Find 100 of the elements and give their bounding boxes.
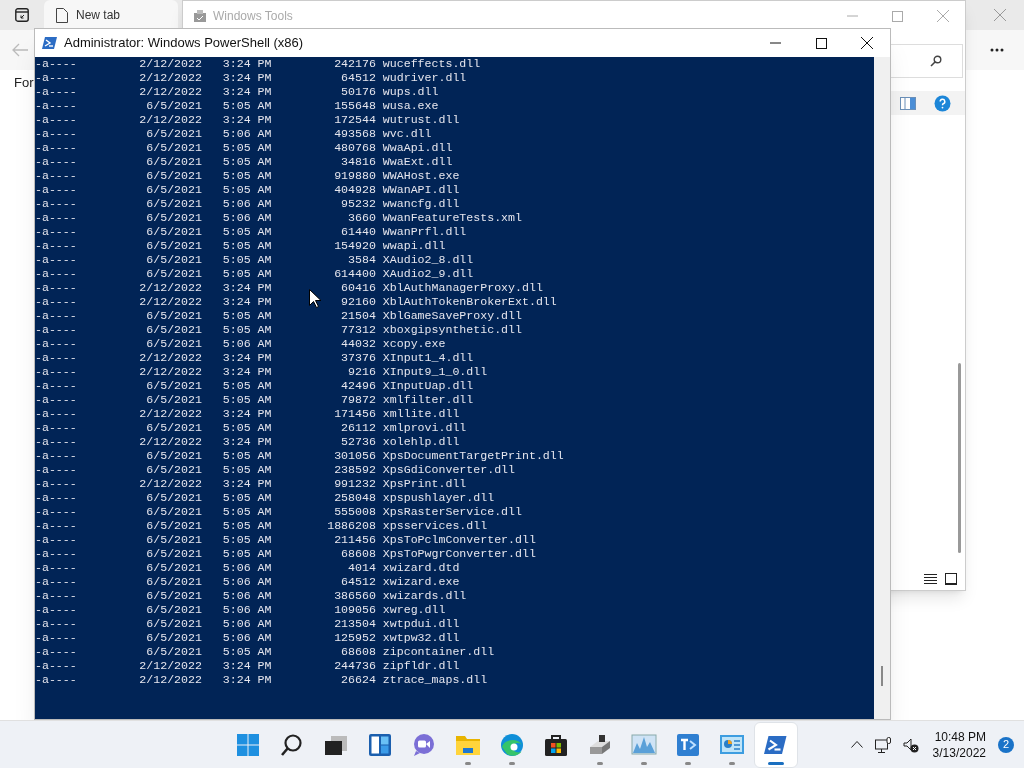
file-name: wusa.exe (382, 99, 439, 112)
browser-icon[interactable] (500, 733, 524, 757)
file-name: xmlfilter.dll (382, 393, 474, 406)
file-date: 6/5/2021 (146, 505, 202, 519)
folder-icon[interactable] (455, 733, 481, 757)
file-mode: -a---- (35, 575, 77, 588)
file-mode: -a---- (35, 169, 77, 182)
file-name: XInput9_1_0.dll (382, 365, 488, 378)
page-text: For (14, 74, 34, 93)
file-date: 6/5/2021 (146, 309, 202, 323)
file-time: 5:05 AM (222, 519, 272, 533)
file-name: wwapi.dll (382, 239, 446, 252)
maximize-icon[interactable] (815, 37, 827, 49)
minimize-icon[interactable] (769, 42, 781, 44)
disk-drive-icon[interactable] (588, 733, 612, 757)
file-size: 3584 (348, 253, 376, 267)
file-mode: -a---- (35, 463, 77, 476)
file-size: 61440 (341, 225, 376, 239)
file-date: 6/5/2021 (146, 169, 202, 183)
search-icon[interactable] (280, 733, 304, 757)
file-date: 2/12/2022 (139, 435, 202, 449)
task-view-icon[interactable] (324, 733, 348, 757)
file-name: xwizard.exe (382, 575, 460, 588)
file-name: xwizard.dtd (382, 561, 460, 574)
file-date: 6/5/2021 (146, 463, 202, 477)
performance-chart-icon[interactable] (631, 733, 657, 757)
file-size: 258048 (334, 491, 376, 505)
control-panel-icon[interactable] (719, 733, 745, 757)
file-size: 171456 (334, 407, 376, 421)
scrollbar-thumb[interactable] (881, 666, 883, 686)
tab-actions-icon[interactable] (15, 8, 29, 22)
clock[interactable]: 10:48 PM 3/13/2022 (932, 728, 986, 761)
large-icons-view-icon[interactable] (945, 573, 957, 585)
file-time: 5:05 AM (222, 253, 272, 267)
file-name: zipcontainer.dll (382, 645, 495, 658)
muted-speaker-icon[interactable] (902, 736, 919, 753)
file-mode: -a---- (35, 477, 77, 490)
widgets-icon[interactable] (368, 733, 392, 757)
details-view-icon[interactable] (924, 573, 937, 585)
file-mode: -a---- (35, 519, 77, 532)
start-icon[interactable] (236, 733, 260, 757)
file-date: 6/5/2021 (146, 183, 202, 197)
file-date: 6/5/2021 (146, 519, 202, 533)
file-date: 6/5/2021 (146, 547, 202, 561)
file-mode: -a---- (35, 603, 77, 616)
network-icon[interactable] (874, 736, 891, 753)
file-mode: -a---- (35, 309, 77, 322)
file-mode: -a---- (35, 253, 77, 266)
file-time: 5:05 AM (222, 225, 272, 239)
browser-tab[interactable]: New tab (44, 0, 178, 30)
file-name: XAudio2_8.dll (382, 253, 474, 266)
file-time: 3:24 PM (222, 85, 272, 99)
file-date: 6/5/2021 (146, 533, 202, 547)
file-size: 26112 (341, 421, 376, 435)
more-options-icon[interactable] (990, 48, 1004, 52)
store-icon[interactable] (544, 733, 568, 757)
file-size: 244736 (334, 659, 376, 673)
file-time: 3:24 PM (222, 281, 272, 295)
file-time: 5:06 AM (222, 631, 272, 645)
file-mode: -a---- (35, 197, 77, 210)
file-name: xpsservices.dll (382, 519, 488, 532)
file-size: 211456 (334, 533, 376, 547)
file-mode: -a---- (35, 393, 77, 406)
notification-count[interactable]: 2 (998, 736, 1014, 753)
file-date: 2/12/2022 (139, 673, 202, 687)
file-time: 5:05 AM (222, 491, 272, 505)
file-name: xcopy.exe (382, 337, 446, 350)
file-name: wups.dll (382, 85, 439, 98)
close-icon[interactable] (861, 37, 873, 49)
file-name: XpsRasterService.dll (382, 505, 522, 518)
chevron-up-icon[interactable] (850, 741, 863, 748)
file-size: 92160 (341, 295, 376, 309)
file-size: 919880 (334, 169, 376, 183)
panes-icon[interactable] (900, 96, 916, 110)
file-time: 5:05 AM (222, 267, 272, 281)
file-size: 77312 (341, 323, 376, 337)
file-date: 2/12/2022 (139, 57, 202, 71)
file-date: 6/5/2021 (146, 491, 202, 505)
file-time: 5:06 AM (222, 589, 272, 603)
file-date: 2/12/2022 (139, 71, 202, 85)
file-size: 480768 (334, 141, 376, 155)
file-size: 991232 (334, 477, 376, 491)
help-icon[interactable] (934, 94, 951, 112)
file-mode: -a---- (35, 57, 77, 70)
teams-icon[interactable] (676, 733, 700, 757)
file-time: 3:24 PM (222, 57, 272, 71)
file-name: XInput1_4.dll (382, 351, 474, 364)
file-name: XInputUap.dll (382, 379, 474, 392)
file-name: xwtpdui.dll (382, 617, 460, 630)
file-name: wwancfg.dll (382, 197, 460, 210)
file-name: WwaExt.dll (382, 155, 453, 168)
powershell-icon (42, 35, 58, 51)
file-size: 154920 (334, 239, 376, 253)
chat-icon[interactable] (412, 733, 436, 757)
file-mode: -a---- (35, 561, 77, 574)
file-size: 34816 (341, 155, 376, 169)
file-time: 3:24 PM (222, 295, 272, 309)
scrollbar-thumb[interactable] (958, 363, 961, 553)
file-date: 6/5/2021 (146, 197, 202, 211)
file-size: 155648 (334, 99, 376, 113)
